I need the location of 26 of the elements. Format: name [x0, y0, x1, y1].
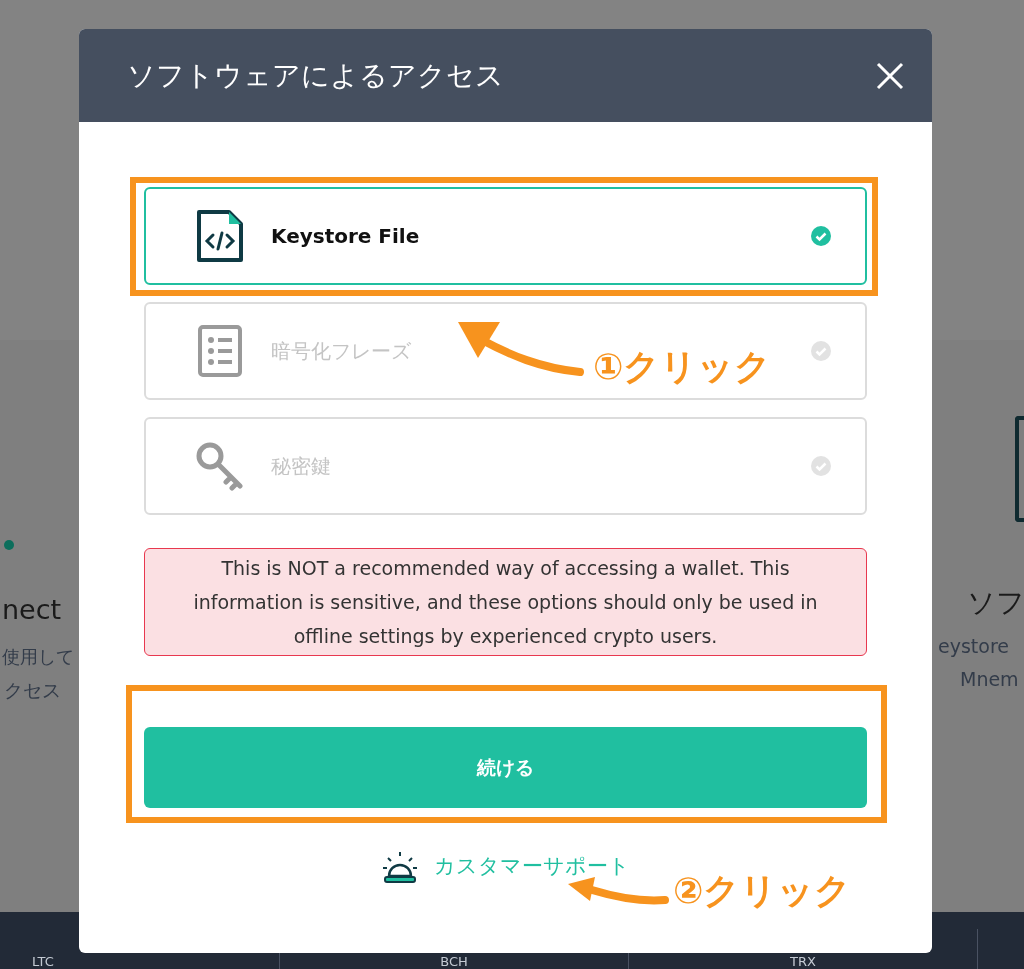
- access-option[interactable]: 秘密鍵: [144, 417, 867, 515]
- key-icon: [195, 441, 245, 491]
- modal-title: ソフトウェアによるアクセス: [127, 57, 504, 94]
- check-icon: [811, 341, 831, 361]
- customer-support-link[interactable]: カスタマーサポート: [433, 851, 630, 883]
- card-title: nect: [2, 593, 62, 627]
- card-text: 使用して: [2, 644, 74, 669]
- card-text: クセス: [4, 677, 61, 703]
- access-option[interactable]: Keystore File: [144, 187, 867, 285]
- annotation-label: ①クリック: [593, 345, 772, 389]
- check-icon: [811, 456, 831, 476]
- code-file-icon: [196, 209, 244, 263]
- check-icon: [811, 226, 831, 246]
- warning-message: This is NOT a recommended way of accessing a wallet. This information is sensitive, and these options should only be used in offline settings by experienced crypto users.: [144, 548, 867, 656]
- ticker-label: LTC: [32, 955, 54, 968]
- ticker-label: BCH: [440, 955, 468, 968]
- card-text: eystore: [938, 634, 1009, 659]
- continue-button[interactable]: 続ける: [144, 727, 867, 808]
- card-text: Mnem: [960, 666, 1019, 692]
- card-icon: [1015, 416, 1024, 522]
- annotation-label: ②クリック: [673, 869, 852, 913]
- card-title: ソフ: [967, 585, 1024, 621]
- close-icon[interactable]: [876, 61, 904, 90]
- ticker-label: TRX: [790, 955, 816, 968]
- service-bell-icon: [381, 850, 418, 884]
- list-icon: [198, 325, 242, 377]
